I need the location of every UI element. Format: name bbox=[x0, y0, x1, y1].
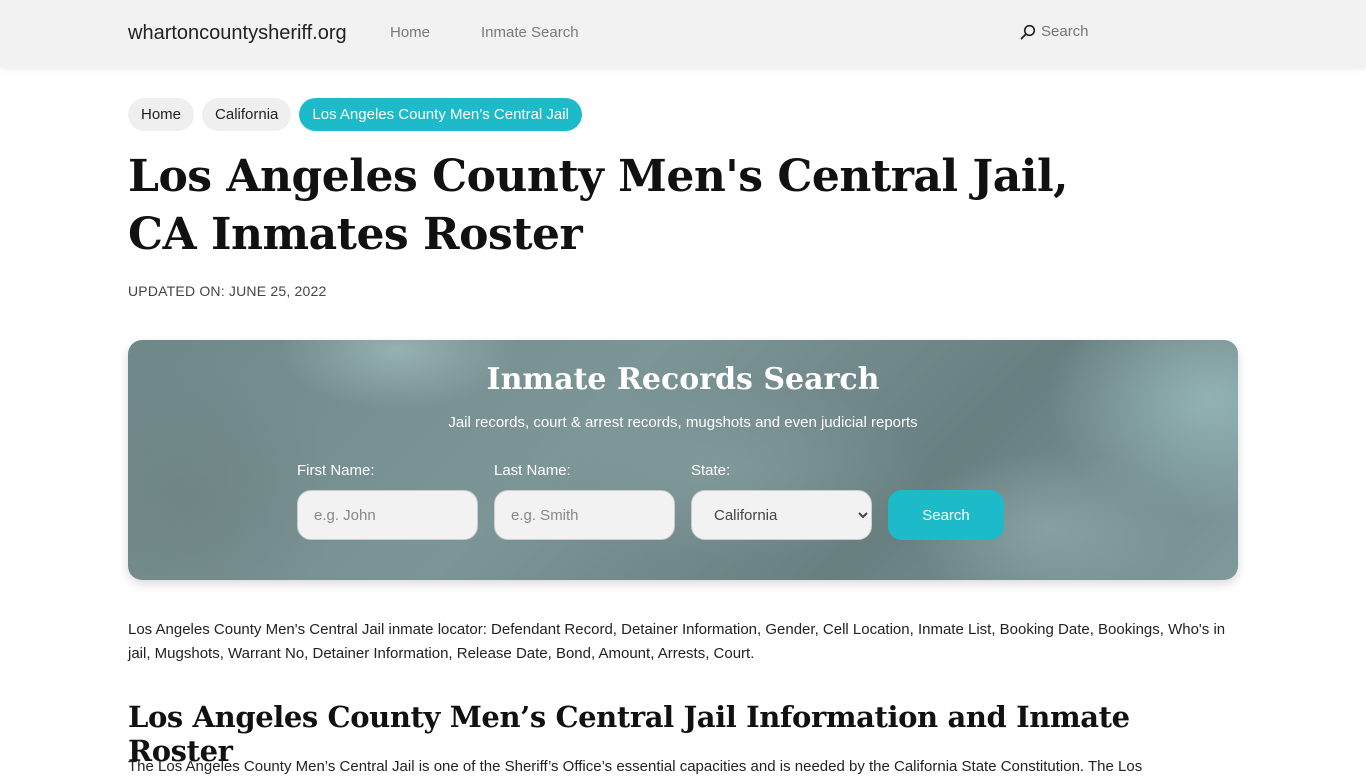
page-title: Los Angeles County Men's Central Jail, C… bbox=[128, 151, 1069, 260]
breadcrumb-home[interactable]: Home bbox=[128, 98, 195, 131]
breadcrumb-california[interactable]: California bbox=[202, 98, 292, 131]
intro-paragraph: Los Angeles County Men's Central Jail in… bbox=[128, 621, 1226, 662]
nav-link-home[interactable]: Home bbox=[390, 24, 430, 41]
site-brand-link[interactable]: whartoncountysheriff.org bbox=[128, 22, 347, 45]
nav-search-label: Search bbox=[1041, 23, 1089, 40]
breadcrumb-current-jail[interactable]: Los Angeles County Men’s Central Jail bbox=[299, 98, 582, 131]
breadcrumb: Home California Los Angeles County Men’s… bbox=[128, 98, 582, 131]
section-body-paragraph: The Los Angeles County Men’s Central Jai… bbox=[128, 758, 1143, 775]
state-label: State: bbox=[691, 462, 731, 479]
first-name-input[interactable] bbox=[297, 490, 478, 540]
search-panel-subtitle: Jail records, court & arrest records, mu… bbox=[448, 414, 918, 431]
search-icon bbox=[1020, 24, 1036, 39]
state-select[interactable]: California bbox=[691, 490, 872, 540]
search-submit-button[interactable]: Search bbox=[888, 490, 1004, 540]
top-navbar: whartoncountysheriff.org Home Inmate Sea… bbox=[0, 0, 1366, 67]
nav-search-button[interactable]: Search bbox=[1020, 23, 1089, 40]
first-name-label: First Name: bbox=[297, 462, 375, 479]
inmate-search-panel: Inmate Records Search Jail records, cour… bbox=[128, 340, 1238, 580]
last-name-label: Last Name: bbox=[494, 462, 571, 479]
search-panel-title: Inmate Records Search bbox=[486, 362, 880, 397]
nav-link-inmate-search[interactable]: Inmate Search bbox=[481, 24, 579, 41]
updated-date: UPDATED ON: JUNE 25, 2022 bbox=[128, 283, 327, 299]
last-name-input[interactable] bbox=[494, 490, 675, 540]
